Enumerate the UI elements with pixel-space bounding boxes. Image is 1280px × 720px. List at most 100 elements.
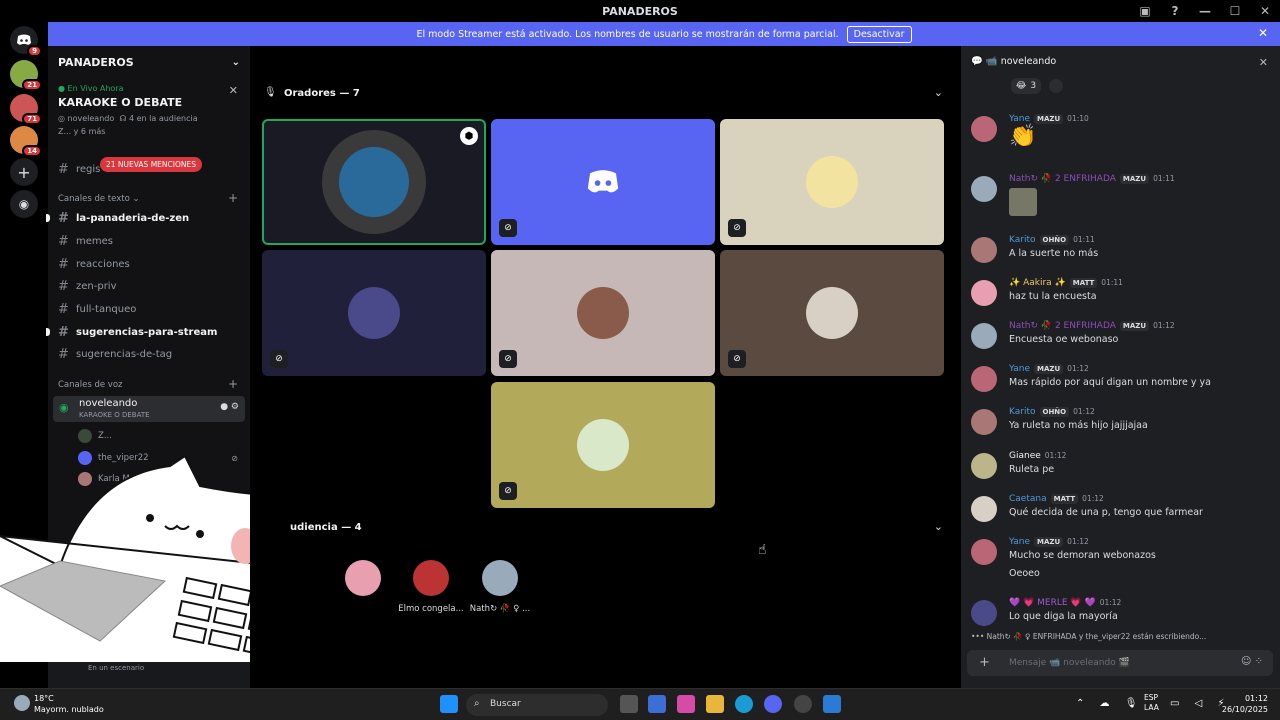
guild-icon[interactable]: 21 <box>10 60 42 91</box>
avatar <box>971 323 997 349</box>
live-audience: 4 en la audiencia <box>128 114 198 123</box>
start-icon[interactable] <box>440 695 458 713</box>
stage-area: 🎙 Oradores — 7 ⌄ ⬢ ⊘ ⊘ ⊘ ⊘ ⊘ ⊘ udiencia … <box>250 46 955 688</box>
emoji-icon[interactable]: ☺ ⁘ <box>1241 656 1263 667</box>
user-name: Z... <box>98 431 112 441</box>
live-title[interactable]: KARAOKE O DEBATE <box>48 96 250 109</box>
author: Caetana MATT 01:12 <box>1009 494 1104 504</box>
mentions-badge[interactable]: 21 NUEVAS MENCIONES <box>100 157 202 172</box>
avatar <box>971 176 997 202</box>
speaker-tile[interactable]: ⊘ <box>720 119 944 245</box>
close-icon[interactable]: ✕ <box>1258 26 1268 40</box>
author: 💜 💗 MERLE 💗 💜 01:12 <box>1009 598 1122 608</box>
avatar <box>348 287 400 339</box>
help-icon[interactable]: ? <box>1160 4 1190 18</box>
channel-item[interactable]: # zen-priv <box>58 276 238 296</box>
avatar <box>806 287 858 339</box>
voice-category[interactable]: Canales de voz <box>58 380 122 390</box>
search-label: Buscar <box>490 699 521 709</box>
badge: 21 <box>22 79 42 91</box>
store-icon[interactable] <box>648 695 666 713</box>
chat-header: 💬 📹 noveleando <box>971 56 1057 67</box>
chat-icon[interactable]: ● ⚙ <box>220 402 239 412</box>
text-category[interactable]: Canales de texto ⌄ <box>58 194 140 204</box>
close-icon[interactable]: ✕ <box>1259 56 1268 69</box>
author: ✨ Aakira ✨ MATT 01:11 <box>1009 278 1123 288</box>
chevron-down-icon[interactable]: ⌄ <box>934 520 943 533</box>
file-explorer-icon[interactable] <box>706 695 724 713</box>
close-button[interactable]: ✕ <box>1250 4 1280 18</box>
channel-item[interactable]: # sugerencias-para-stream <box>46 322 238 342</box>
hash-icon: # <box>58 161 69 177</box>
copilot-icon[interactable] <box>677 695 695 713</box>
speaker-tile[interactable]: ⊘ <box>262 250 486 376</box>
speaker-tile[interactable]: ⊘ <box>720 250 944 376</box>
task-view-icon[interactable] <box>620 695 638 713</box>
add-channel-icon[interactable]: + <box>228 377 238 391</box>
plus-icon[interactable]: + <box>979 655 990 670</box>
obs-icon[interactable] <box>794 695 812 713</box>
tray-icons[interactable]: ⌃ ☁ 🎙 <box>1076 698 1143 709</box>
audience-avatar[interactable] <box>413 560 449 596</box>
channel-item[interactable]: # la-panaderia-de-zen <box>46 208 238 228</box>
inbox-icon[interactable]: ▣ <box>1130 4 1160 18</box>
sticker-image <box>1009 188 1037 216</box>
stage-icon: ◉ <box>59 401 69 414</box>
voice-user[interactable]: Z... <box>78 427 238 445</box>
guild-icon[interactable]: 14 <box>10 126 42 157</box>
category-label: Canales de voz <box>58 380 123 390</box>
author: Yane MAZU 01:10 <box>1009 114 1089 124</box>
channel-item[interactable]: # reacciones <box>58 254 238 274</box>
chevron-down-icon[interactable]: ⌄ <box>934 86 943 99</box>
reaction[interactable]: 😂 3 <box>1011 78 1041 94</box>
speaker-tile[interactable]: ⊘ <box>491 119 715 245</box>
clock[interactable]: 01:12 26/10/2025 <box>1222 693 1268 715</box>
edge-icon[interactable] <box>735 695 753 713</box>
moderator-icon: ⬢ <box>460 127 478 145</box>
audience-avatar[interactable] <box>345 560 381 596</box>
live-label-text: En Vivo Ahora <box>67 84 124 93</box>
hash-icon: # <box>58 301 69 317</box>
minimize-button[interactable]: — <box>1190 4 1220 18</box>
add-channel-icon[interactable]: + <box>228 191 238 205</box>
add-server-icon[interactable]: + <box>10 158 38 186</box>
date-text: 26/10/2025 <box>1221 705 1268 714</box>
speaker-tile[interactable]: ⬢ <box>262 119 486 245</box>
channel-item[interactable]: # full-tanqueo <box>58 299 238 319</box>
muted-icon: ⊘ <box>270 350 288 368</box>
channel-name: regis <box>76 163 101 175</box>
taskbar-search[interactable]: ⌕ Buscar <box>466 694 608 716</box>
avatar <box>971 366 997 392</box>
live-host: noveleando <box>67 114 115 123</box>
channel-item[interactable]: # memes <box>58 231 238 251</box>
discord-home-icon[interactable]: 9 <box>10 26 42 57</box>
discover-icon[interactable]: ◉ <box>10 190 38 218</box>
audience-avatar[interactable] <box>482 560 518 596</box>
disable-streamer-button[interactable]: Desactivar <box>846 25 912 43</box>
author: Nath↻ 🥀 2 ENFRIHADA MAZU 01:11 <box>1009 174 1175 184</box>
reaction-count: 3 <box>1030 81 1037 91</box>
channel-item[interactable]: # sugerencias-de-tag <box>58 344 238 364</box>
discord-logo-icon <box>587 170 619 193</box>
hash-icon: # <box>58 210 69 226</box>
language-indicator[interactable]: ESP LAA <box>1144 693 1159 713</box>
server-header[interactable]: PANADEROS ⌄ <box>48 46 250 78</box>
close-icon[interactable]: ✕ <box>229 84 238 97</box>
message-composer[interactable]: + Mensaje 📹 noveleando 🎬 ☺ ⁘ <box>967 650 1273 676</box>
banner-text: El modo Streamer está activado. Los nomb… <box>416 28 839 40</box>
channel-name: full-tanqueo <box>76 303 137 315</box>
message-text: Ruleta pe <box>1009 464 1055 475</box>
voice-channel-active[interactable]: ◉ noveleando KARAOKE O DEBATE ● ⚙ <box>53 396 245 422</box>
weather-widget[interactable]: 18°C Mayorm. nublado <box>14 693 104 715</box>
maximize-button[interactable]: ☐ <box>1220 4 1250 18</box>
add-reaction-icon[interactable] <box>1049 79 1063 93</box>
speaker-tile[interactable]: ⊘ <box>491 250 715 376</box>
message-input[interactable]: Mensaje 📹 noveleando 🎬 <box>1009 658 1130 668</box>
avatar <box>971 539 997 565</box>
speaker-tile[interactable]: ⊘ <box>491 382 715 508</box>
app-icon[interactable] <box>823 695 841 713</box>
voice-channel-name: noveleando <box>79 398 138 409</box>
discord-taskbar-icon[interactable] <box>764 695 782 713</box>
guild-icon[interactable]: 71 <box>10 94 42 125</box>
chevron-down-icon: ⌄ <box>231 56 240 68</box>
